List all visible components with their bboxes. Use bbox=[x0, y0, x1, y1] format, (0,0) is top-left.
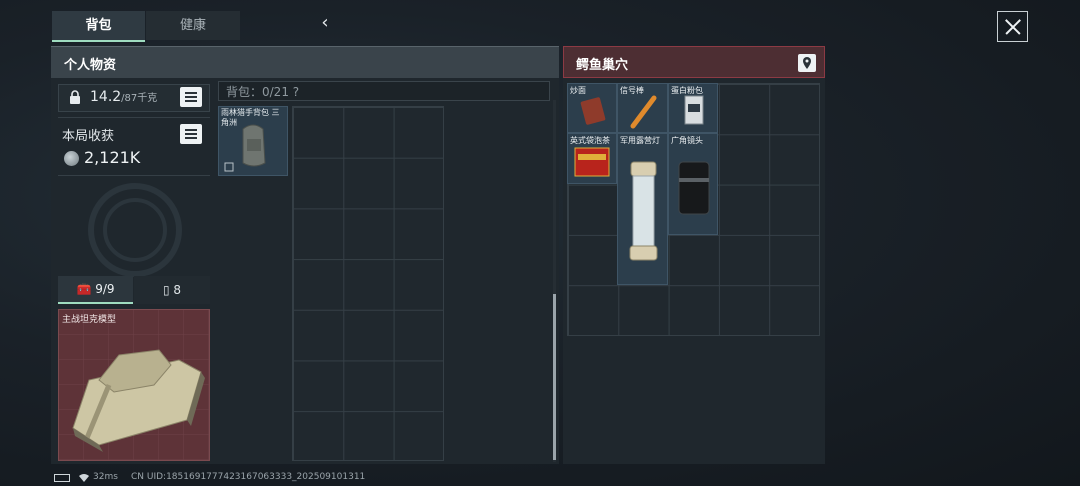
divider bbox=[58, 117, 210, 118]
loot-item-label: 军用露营灯 bbox=[620, 136, 660, 145]
wide-angle-lens-icon bbox=[678, 161, 710, 215]
back-arrow-icon[interactable]: ‹ bbox=[316, 12, 334, 34]
loot-item-label: 信号棒 bbox=[620, 86, 644, 95]
backpack-capacity-text: 背包：0/21 bbox=[226, 85, 289, 99]
loot-item-label: 广角镜头 bbox=[671, 136, 703, 145]
loot-item-noodles[interactable]: 炒面 bbox=[567, 83, 617, 133]
loot-item-lantern[interactable]: 军用露营灯 bbox=[617, 133, 668, 285]
income-list-button[interactable] bbox=[180, 124, 202, 144]
weight-value: 14.2/87千克 bbox=[90, 89, 157, 105]
weight-current: 14.2 bbox=[90, 89, 122, 105]
location-pin-button[interactable] bbox=[798, 54, 816, 72]
weight-list-button[interactable] bbox=[180, 87, 202, 107]
battery-icon bbox=[54, 474, 70, 482]
loot-item-flare[interactable]: 信号棒 bbox=[617, 83, 668, 133]
personal-header bbox=[51, 46, 559, 78]
tab-backpack[interactable]: 背包 bbox=[52, 11, 145, 42]
special-item-label: 主战坦克模型 bbox=[62, 315, 117, 325]
scrollbar-thumb[interactable] bbox=[553, 294, 556, 460]
backpack-grid[interactable] bbox=[292, 106, 444, 461]
loot-item-label: 蛋白粉包 bbox=[671, 86, 703, 95]
help-icon[interactable]: ? bbox=[293, 85, 299, 99]
weight-max: /87千克 bbox=[121, 93, 158, 104]
tab-health[interactable]: 健康 bbox=[146, 11, 240, 40]
toolbox-count: 9/9 bbox=[95, 282, 115, 296]
loot-header-title: 鳄鱼巢穴 bbox=[576, 58, 629, 73]
toolbox-icon: 🧰 bbox=[76, 282, 92, 296]
tank-model-icon bbox=[59, 310, 209, 460]
coin-icon bbox=[64, 151, 79, 166]
loot-item-protein[interactable]: 蛋白粉包 bbox=[668, 83, 718, 133]
uid-text: CN UID:1851691777423167063333_2025091013… bbox=[131, 472, 366, 482]
loot-item-tea[interactable]: 英式袋泡茶 bbox=[567, 133, 617, 184]
location-pin-icon bbox=[803, 57, 811, 69]
loot-item-lens[interactable]: 广角镜头 bbox=[668, 133, 718, 235]
loot-item-label: 炒面 bbox=[570, 86, 586, 95]
tab-toolbox[interactable]: 🧰 9/9 bbox=[58, 276, 133, 304]
camping-lantern-icon bbox=[629, 161, 658, 261]
card-icon: ▯ bbox=[162, 283, 170, 297]
cards-count: 8 bbox=[173, 283, 182, 297]
special-item-card[interactable] bbox=[58, 309, 210, 461]
emblem-watermark bbox=[88, 183, 182, 277]
divider bbox=[58, 175, 210, 176]
backpack-item-label: 雨林猎手背包 三角洲 bbox=[221, 108, 280, 127]
weight-lock-icon bbox=[70, 90, 80, 104]
backpack-capacity: 背包：0/21 ? bbox=[226, 83, 299, 100]
loot-item-label: 英式袋泡茶 bbox=[570, 136, 610, 145]
tab-cards[interactable]: ▯ 8 bbox=[134, 276, 210, 304]
close-button[interactable] bbox=[997, 11, 1028, 42]
wifi-icon bbox=[79, 474, 89, 482]
income-value: 2,121K bbox=[84, 148, 141, 167]
ping-text: 32ms bbox=[93, 472, 118, 482]
personal-header-title: 个人物资 bbox=[64, 58, 117, 73]
income-label: 本局收获 bbox=[62, 129, 115, 144]
